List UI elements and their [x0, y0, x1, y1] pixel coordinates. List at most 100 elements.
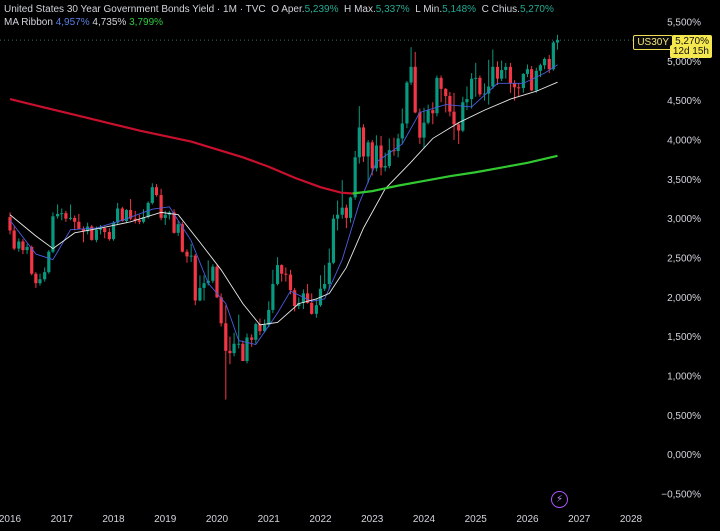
candle-body [396, 138, 400, 152]
candle [275, 257, 280, 286]
candle-body [517, 87, 521, 89]
candle-body [335, 214, 340, 219]
ma-slow-line-down [9, 98, 353, 195]
price-chart[interactable]: 5,500% 5,000% 4,500% 4,000% 3,500% 3,000% 2,50… [0, 0, 720, 526]
candle [422, 107, 426, 148]
ohlc-close: C Chius.5,270% [479, 4, 554, 15]
candle-body [495, 66, 500, 79]
candle [68, 204, 73, 221]
candle-body [120, 208, 124, 222]
candle-body [51, 216, 55, 252]
time-tick-label: 2016 [0, 514, 22, 525]
price-tick-label: 2,000% [667, 293, 701, 304]
candle-body [327, 262, 331, 284]
chart-area[interactable]: 5,500% 5,000% 4,500% 4,000% 3,500% 3,000% 2,50… [0, 0, 720, 526]
candle-body [185, 251, 189, 257]
ma-fast-value: 4,957% [55, 17, 90, 28]
candle-body [366, 142, 370, 157]
candle [327, 248, 331, 290]
candle [64, 210, 68, 222]
candle-body [521, 73, 525, 89]
candle-body [353, 157, 357, 198]
candle [344, 204, 348, 229]
candle-body [357, 127, 361, 158]
candle-body [245, 337, 249, 362]
candle [103, 226, 107, 239]
candle-body [8, 217, 12, 231]
ohlc-high-label: H [344, 4, 352, 15]
candle-body [331, 218, 336, 263]
candle [357, 106, 361, 164]
candle-body [512, 83, 517, 88]
candle-body [323, 283, 327, 289]
time-tick-label: 2027 [568, 514, 591, 525]
candle [141, 209, 146, 224]
candle [241, 340, 245, 362]
candle [525, 64, 530, 78]
candle-body [538, 65, 543, 71]
candle [202, 275, 206, 301]
candle [258, 318, 262, 336]
candle [331, 214, 336, 265]
candle [504, 62, 508, 79]
price-tick-label: 0,500% [667, 411, 701, 422]
ma-ribbon-layer [9, 64, 558, 346]
price-tick-label: 0,000% [667, 450, 701, 461]
ohlc-high-value: 5,337% [375, 4, 410, 15]
ohlc-low-name: Min. [423, 4, 443, 15]
candle-body [64, 213, 68, 219]
ohlc-high: H Max.5,337% [341, 4, 412, 15]
candle-body [107, 232, 111, 240]
candle [452, 92, 456, 140]
candle [38, 273, 42, 286]
candle [167, 210, 171, 220]
time-axis[interactable]: 2016 2017 2018 2019 2020 2021 2022 2023 2024 2025… [0, 514, 643, 525]
lightning-icon[interactable]: ⚡ [551, 491, 568, 508]
candle [478, 75, 482, 97]
candle [185, 249, 189, 263]
bar-countdown-tag: 12d 15h [669, 45, 712, 58]
price-tick-label: 4,000% [667, 136, 701, 147]
candle-body [405, 82, 409, 124]
candle [426, 104, 430, 125]
candle [133, 210, 137, 224]
time-tick-label: 2022 [309, 514, 332, 525]
indicator-name: MA Ribbon [4, 17, 53, 28]
candle-body [25, 246, 29, 251]
price-tick-label: 3,500% [667, 175, 701, 186]
candle [491, 49, 495, 89]
candle-body [17, 241, 21, 249]
candle [232, 332, 236, 357]
ohlc-low: L Min.5,148% [412, 4, 478, 15]
candle-body [250, 337, 254, 340]
candle-body [47, 251, 51, 273]
candle-body [370, 142, 374, 169]
price-tick-label: 3,000% [667, 214, 701, 225]
candle [21, 239, 25, 255]
candle-body [474, 77, 478, 79]
time-tick-label: 2021 [258, 514, 281, 525]
candle [500, 60, 504, 81]
candle [25, 243, 29, 255]
ohlc-low-value: 5,148% [442, 4, 477, 15]
price-axis[interactable]: 5,500% 5,000% 4,500% 4,000% 3,500% 3,000% 2,50… [661, 18, 701, 501]
ohlc-open-value: 5,239% [304, 4, 339, 15]
ohlc-open-name: Aper. [281, 4, 305, 15]
candle [379, 136, 383, 176]
ma-fast-line [9, 64, 558, 346]
candle-body [189, 255, 193, 257]
legend-indicator-row[interactable]: MA Ribbon 4,957% 4,735% 3,799% [4, 16, 554, 29]
candle [340, 180, 344, 219]
price-tick-label: 1,500% [667, 332, 701, 343]
candle [245, 333, 249, 364]
candle [211, 264, 215, 284]
candle-body [202, 283, 206, 288]
candle [400, 108, 404, 144]
candle-body [103, 228, 107, 233]
legend-symbol-row: United States 30 Year Government Bonds Y… [4, 3, 554, 16]
candle-body [94, 229, 99, 240]
candle-body [30, 246, 34, 274]
price-tick-label: 2,500% [667, 254, 701, 265]
candle-body [56, 213, 60, 217]
candle-body [241, 343, 245, 362]
